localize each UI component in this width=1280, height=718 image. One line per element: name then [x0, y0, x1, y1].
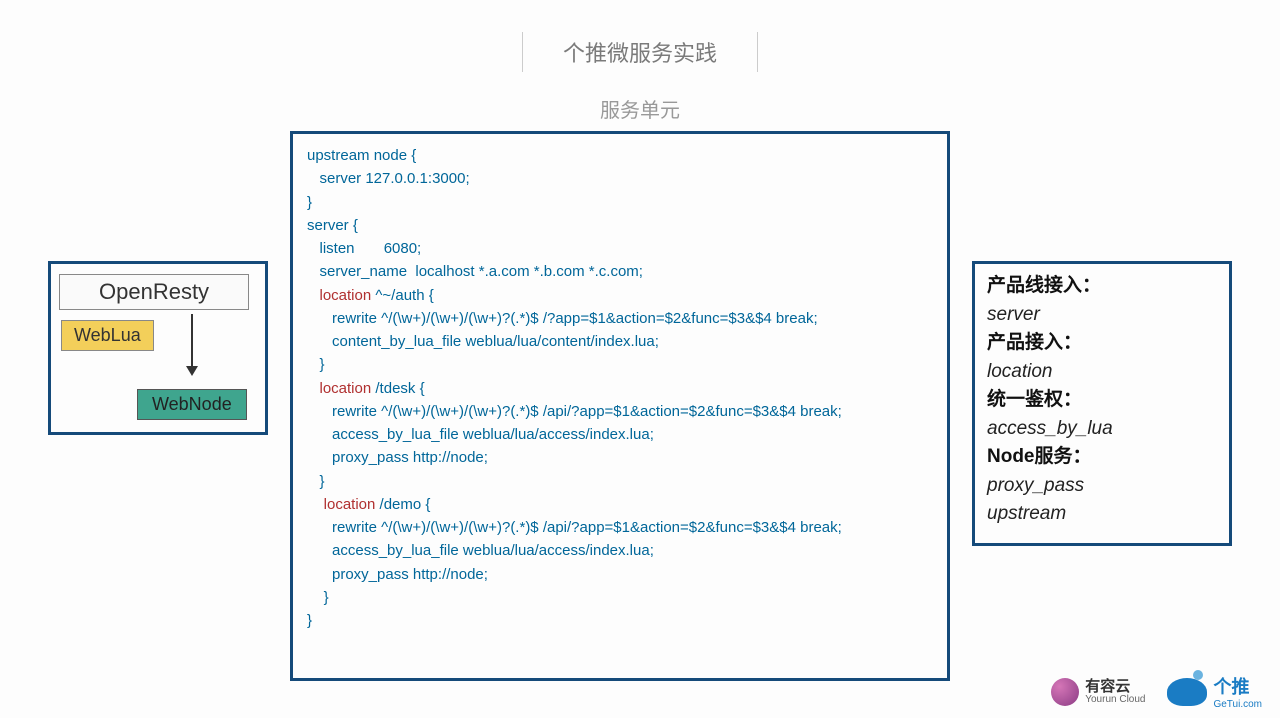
anno-auth-val: access_by_lua: [987, 415, 1217, 444]
code-line: proxy_pass http://node;: [307, 563, 933, 586]
anno-product-val: location: [987, 358, 1217, 387]
node-weblua: WebLua: [61, 320, 154, 351]
anno-product-line-val: server: [987, 301, 1217, 330]
logo-getui: 个推 GeTui.com: [1167, 673, 1262, 710]
code-line: server 127.0.0.1:3000;: [307, 167, 933, 190]
getui-cn: 个推: [1213, 677, 1249, 697]
anno-product: 产品接入：: [987, 329, 1217, 358]
code-line: proxy_pass http://node;: [307, 446, 933, 469]
code-line: }: [307, 353, 933, 376]
code-line: }: [307, 586, 933, 609]
node-webnode: WebNode: [137, 389, 247, 420]
code-line: location /tdesk {: [307, 377, 933, 400]
anno-node-service: Node服务：: [987, 443, 1217, 472]
swirl-icon: [1051, 678, 1079, 706]
code-line: content_by_lua_file weblua/lua/content/i…: [307, 330, 933, 353]
code-line: listen 6080;: [307, 237, 933, 260]
code-line: rewrite ^/(\w+)/(\w+)/(\w+)?(.*)$ /?app=…: [307, 307, 933, 330]
anno-product-line: 产品线接入：: [987, 272, 1217, 301]
yourun-cn: 有容云: [1085, 679, 1145, 694]
code-line: location /demo {: [307, 493, 933, 516]
arrow-down-icon: [191, 314, 193, 374]
divider-left: [522, 32, 523, 72]
anno-node-val2: upstream: [987, 500, 1217, 529]
code-line: }: [307, 609, 933, 632]
code-line: server {: [307, 214, 933, 237]
code-line: }: [307, 470, 933, 493]
logo-youruncloud: 有容云 Yourun Cloud: [1051, 678, 1145, 706]
footer-logos: 有容云 Yourun Cloud 个推 GeTui.com: [1051, 673, 1262, 710]
whale-icon: [1167, 678, 1207, 706]
node-openresty: OpenResty: [59, 274, 249, 310]
getui-en: GeTui.com: [1213, 699, 1262, 710]
architecture-diagram: OpenResty WebLua WebNode: [48, 261, 268, 435]
code-line: rewrite ^/(\w+)/(\w+)/(\w+)?(.*)$ /api/?…: [307, 516, 933, 539]
page-title: 个推微服务实践: [563, 36, 717, 68]
code-line: location ^~/auth {: [307, 284, 933, 307]
page-subtitle: 服务单元: [0, 94, 1280, 123]
code-line: }: [307, 191, 933, 214]
code-line: upstream node {: [307, 144, 933, 167]
anno-auth: 统一鉴权：: [987, 386, 1217, 415]
code-line: access_by_lua_file weblua/lua/access/ind…: [307, 423, 933, 446]
anno-node-val1: proxy_pass: [987, 472, 1217, 501]
divider-right: [757, 32, 758, 72]
code-line: rewrite ^/(\w+)/(\w+)/(\w+)?(.*)$ /api/?…: [307, 400, 933, 423]
code-line: server_name localhost *.a.com *.b.com *.…: [307, 260, 933, 283]
nginx-config-code: upstream node { server 127.0.0.1:3000; }…: [290, 131, 950, 681]
annotation-panel: 产品线接入： server 产品接入： location 统一鉴权： acces…: [972, 261, 1232, 546]
yourun-en: Yourun Cloud: [1085, 694, 1145, 705]
code-line: access_by_lua_file weblua/lua/access/ind…: [307, 539, 933, 562]
